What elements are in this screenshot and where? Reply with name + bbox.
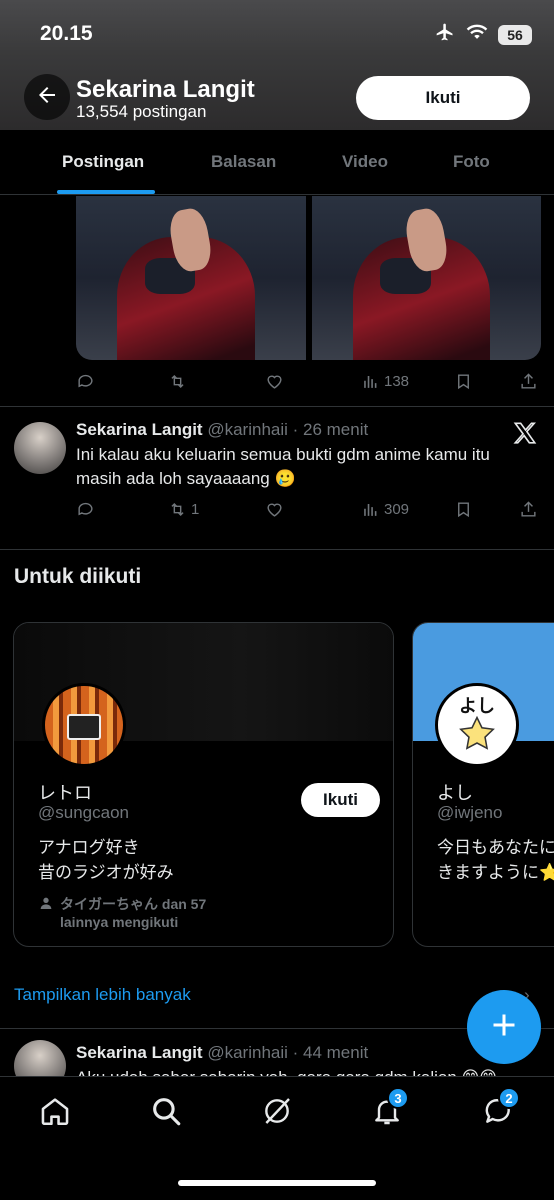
status-icons: 56 [434, 22, 532, 47]
views-button[interactable]: 309 [361, 500, 409, 519]
back-button[interactable] [24, 74, 70, 120]
follow-button[interactable]: Ikuti [356, 76, 530, 120]
nav-home[interactable] [35, 1093, 75, 1133]
messages-badge: 2 [498, 1087, 520, 1109]
card-handle: @iwjeno [437, 803, 503, 822]
card-bio: アナログ好き 昔のラジオが好み [38, 838, 174, 882]
profile-header: 20.15 56 Sekarina Langit 13,554 postinga… [0, 0, 554, 130]
bookmark-button[interactable] [454, 500, 473, 519]
airplane-icon [434, 22, 456, 47]
section-title: Untuk diikuti [14, 565, 142, 588]
tweet-author-name[interactable]: Sekarina Langit [76, 1043, 203, 1062]
tweet-actions: 1 309 [76, 500, 541, 524]
views-icon [364, 375, 377, 388]
like-button[interactable] [265, 372, 284, 391]
tweet-handle-time: @karinhaii · 44 menit [207, 1043, 369, 1062]
grok-icon [261, 1095, 293, 1132]
views-count: 138 [384, 373, 410, 390]
bookmark-icon [458, 502, 469, 518]
card-follow-button[interactable]: Ikuti [301, 783, 380, 817]
tweet-handle-time: @karinhaii · 26 menit [207, 420, 369, 439]
follow-suggestion-card[interactable]: よし よし @iwjeno 今日もあなたに きますように⭐ [412, 622, 554, 947]
plus-icon [490, 1011, 518, 1044]
share-button[interactable] [519, 372, 538, 391]
nav-grok[interactable] [257, 1093, 297, 1133]
nav-messages[interactable]: 2 [478, 1087, 520, 1133]
mutual-text: タイガーちゃん dan 57 lainnya mengikuti [60, 896, 207, 930]
views-button[interactable]: 138 [361, 372, 409, 391]
active-tab-indicator [57, 190, 155, 194]
nav-notifications[interactable]: 3 [367, 1087, 409, 1133]
card-avatar[interactable]: よし [435, 683, 519, 767]
show-more-link[interactable]: Tampilkan lebih banyak [14, 985, 191, 1005]
profile-name: Sekarina Langit [76, 76, 255, 103]
mutual-followers: タイガーちゃん dan 57 lainnya mengikuti [38, 895, 206, 931]
battery-indicator: 56 [498, 24, 532, 45]
arrow-left-icon [35, 83, 59, 112]
search-icon [149, 1094, 183, 1133]
compose-button[interactable] [467, 990, 541, 1064]
card-avatar[interactable] [42, 683, 126, 767]
card-bio: 今日もあなたに きますように⭐ [437, 838, 554, 882]
views-icon [364, 503, 377, 516]
like-button[interactable] [265, 500, 284, 519]
retweet-icon [171, 502, 184, 517]
media-photo[interactable] [76, 196, 306, 360]
tweet-media[interactable] [76, 196, 541, 360]
follow-suggestion-card[interactable]: レトロ @sungcaon Ikuti アナログ好き 昔のラジオが好み タイガー… [13, 622, 394, 947]
tweet-actions: 138 [76, 372, 541, 396]
tab-postingan[interactable]: Postingan [62, 152, 144, 172]
home-indicator [178, 1180, 376, 1186]
tab-video[interactable]: Video [342, 152, 388, 172]
card-handle: @sungcaon [38, 803, 129, 822]
status-bar: 20.15 56 [0, 0, 554, 68]
views-count: 309 [384, 501, 410, 518]
divider [0, 406, 554, 407]
share-icon [521, 501, 536, 517]
tab-balasan[interactable]: Balasan [211, 152, 276, 172]
tab-foto[interactable]: Foto [453, 152, 490, 172]
card-name: レトロ [38, 783, 92, 803]
heart-icon [267, 503, 282, 517]
share-button[interactable] [519, 500, 538, 519]
wifi-icon [466, 23, 488, 46]
status-time: 20.15 [40, 22, 93, 45]
reply-icon [78, 502, 93, 516]
bookmark-icon [458, 374, 469, 390]
retweet-button[interactable] [168, 372, 187, 391]
notifications-badge: 3 [387, 1087, 409, 1109]
reply-icon [78, 374, 93, 388]
bookmark-button[interactable] [454, 372, 473, 391]
profile-tabs: Postingan Balasan Video Foto [0, 130, 554, 195]
tweet-header: Sekarina Langit @karinhaii · 26 menit [76, 420, 368, 440]
tweet-text: Ini kalau aku keluarin semua bukti gdm a… [76, 445, 490, 488]
retweet-button[interactable]: 1 [168, 500, 199, 519]
card-avatar-text: よし [459, 695, 495, 716]
avatar[interactable] [14, 422, 66, 474]
reply-button[interactable] [76, 500, 95, 519]
retweet-icon [171, 374, 184, 389]
share-icon [521, 373, 536, 389]
post-count: 13,554 postingan [76, 102, 207, 121]
divider [0, 549, 554, 550]
tweet-header: Sekarina Langit @karinhaii · 44 menit [76, 1043, 368, 1063]
media-photo[interactable] [311, 196, 541, 360]
reply-button[interactable] [76, 372, 95, 391]
card-name: よし [437, 783, 473, 803]
heart-icon [267, 375, 282, 389]
home-icon [38, 1094, 72, 1133]
nav-search[interactable] [146, 1093, 186, 1133]
person-icon [38, 895, 54, 931]
tweet-author-name[interactable]: Sekarina Langit [76, 420, 203, 439]
retweet-count: 1 [191, 501, 200, 518]
star-icon [458, 715, 496, 755]
